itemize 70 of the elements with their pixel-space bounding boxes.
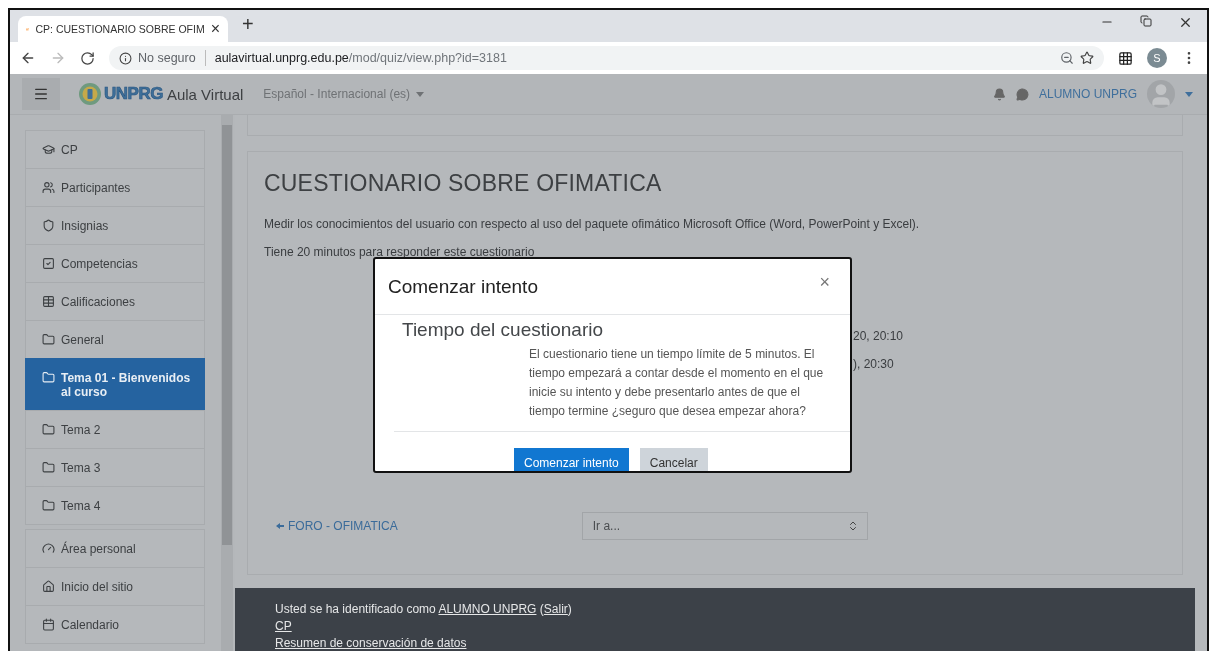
menu-icon — [33, 86, 49, 102]
data-retention-link[interactable]: Resumen de conservación de datos — [275, 636, 467, 650]
dialog-title: Comenzar intento — [388, 275, 538, 298]
sidebar-item[interactable]: Calificaciones — [25, 282, 205, 321]
folder-icon — [42, 423, 55, 436]
folder-icon — [42, 461, 55, 474]
tab-title: CP: CUESTIONARIO SOBRE OFIM — [35, 23, 205, 35]
sidebar-item[interactable]: Calendario — [25, 605, 205, 644]
section-title: Tiempo del cuestionario — [402, 319, 604, 341]
calendar-icon — [42, 618, 55, 631]
footer-link[interactable]: ALUMNO UNPRG — [438, 602, 537, 616]
folder-icon — [42, 333, 55, 346]
sidebar-item[interactable]: Insignias — [25, 206, 205, 245]
graduation-cap-icon — [42, 143, 55, 156]
sidebar-item[interactable]: Área personal — [25, 529, 205, 568]
sidebar-item[interactable]: CP — [25, 130, 205, 169]
sidebar-item[interactable]: Tema 3 — [25, 448, 205, 487]
date-text: 20, 20:10 — [853, 329, 905, 343]
close-icon[interactable]: × — [210, 20, 220, 38]
footer-link[interactable]: Salir — [543, 602, 568, 616]
caret-icon — [416, 91, 425, 97]
restore-icon[interactable] — [1140, 14, 1152, 30]
checkbox-icon — [42, 257, 55, 270]
star-icon[interactable] — [1080, 51, 1094, 65]
seal-icon — [78, 82, 102, 106]
sidebar-item[interactable]: Participantes — [25, 168, 205, 207]
sidebar-item[interactable]: Competencias — [25, 244, 205, 283]
info-icon — [119, 51, 132, 65]
sidebar-item[interactable]: General — [25, 320, 205, 359]
time-note: Tiene 20 minutos para responder este cuestionario — [264, 245, 536, 259]
reload-icon[interactable] — [80, 50, 95, 66]
sidebar-item[interactable]: Inicio del sitio — [25, 567, 205, 606]
shield-icon — [42, 219, 55, 232]
sidebar-item[interactable]: Tema 2 — [25, 410, 205, 449]
users-icon — [42, 181, 55, 194]
logo-text: UNPRG — [104, 84, 163, 104]
arrow-left-icon — [276, 523, 284, 529]
address-bar[interactable]: No seguro aulavirtual.unprg.edu.pe/mod/quiz/view.php?id=3181 — [109, 46, 1104, 70]
gauge-icon — [42, 542, 55, 555]
new-tab-button[interactable]: + — [242, 13, 254, 36]
quiz-title: CUESTIONARIO SOBRE OFIMATICA — [264, 170, 663, 197]
browser-tab[interactable]: CP: CUESTIONARIO SOBRE OFIM × — [18, 16, 228, 42]
previous-activity-link[interactable]: FORO - OFIMATICA — [288, 519, 398, 533]
login-info: Usted se ha identificado como ALUMNO UNPRG (Salir) — [275, 602, 573, 616]
quiz-description: Medir los conocimientos del usuario con respecto al uso del paquete ofimático Microsoft Office (Word, PowerPoint y Excel). — [264, 217, 921, 231]
zoom-out-icon[interactable] — [1060, 51, 1074, 65]
sidebar-item[interactable]: Tema 01 - Bienvenidos al curso — [25, 358, 205, 411]
security-label: No seguro — [138, 51, 196, 65]
profile-avatar[interactable]: S — [1147, 48, 1167, 68]
start-button[interactable]: Comenzar intento — [514, 448, 629, 471]
sidebar-item[interactable]: Tema 4 — [25, 486, 205, 525]
chat-icon[interactable] — [1016, 87, 1029, 101]
course-link[interactable]: CP — [275, 619, 292, 633]
caret-icon — [1185, 91, 1193, 97]
folder-icon — [42, 371, 55, 384]
url-text: aulavirtual.unprg.edu.pe/mod/quiz/view.php?id=3181 — [214, 51, 507, 65]
back-icon[interactable] — [20, 50, 36, 66]
home-icon — [42, 580, 55, 593]
scrollbar[interactable] — [221, 115, 233, 651]
cancel-button[interactable]: Cancelar — [639, 448, 708, 471]
bell-icon[interactable] — [993, 87, 1006, 101]
folder-icon — [42, 499, 55, 512]
dialog-message: El cuestionario tiene un tiempo límite de 5 minutos. El tiempo empezará a contar desde el momento en el que inicie su intento y debe presentarlo antes de que el tiempo termine ¿seguro que desea empezar ahora? — [529, 346, 825, 420]
menu-button[interactable] — [22, 78, 60, 110]
date-text: ), 20:30 — [853, 357, 895, 371]
jump-select[interactable]: Ir a... — [581, 512, 868, 540]
site-name: Aula Virtual — [166, 85, 244, 103]
apps-grid-icon[interactable] — [1118, 50, 1133, 66]
close-button[interactable]: × — [813, 271, 836, 294]
table-icon — [42, 295, 55, 308]
